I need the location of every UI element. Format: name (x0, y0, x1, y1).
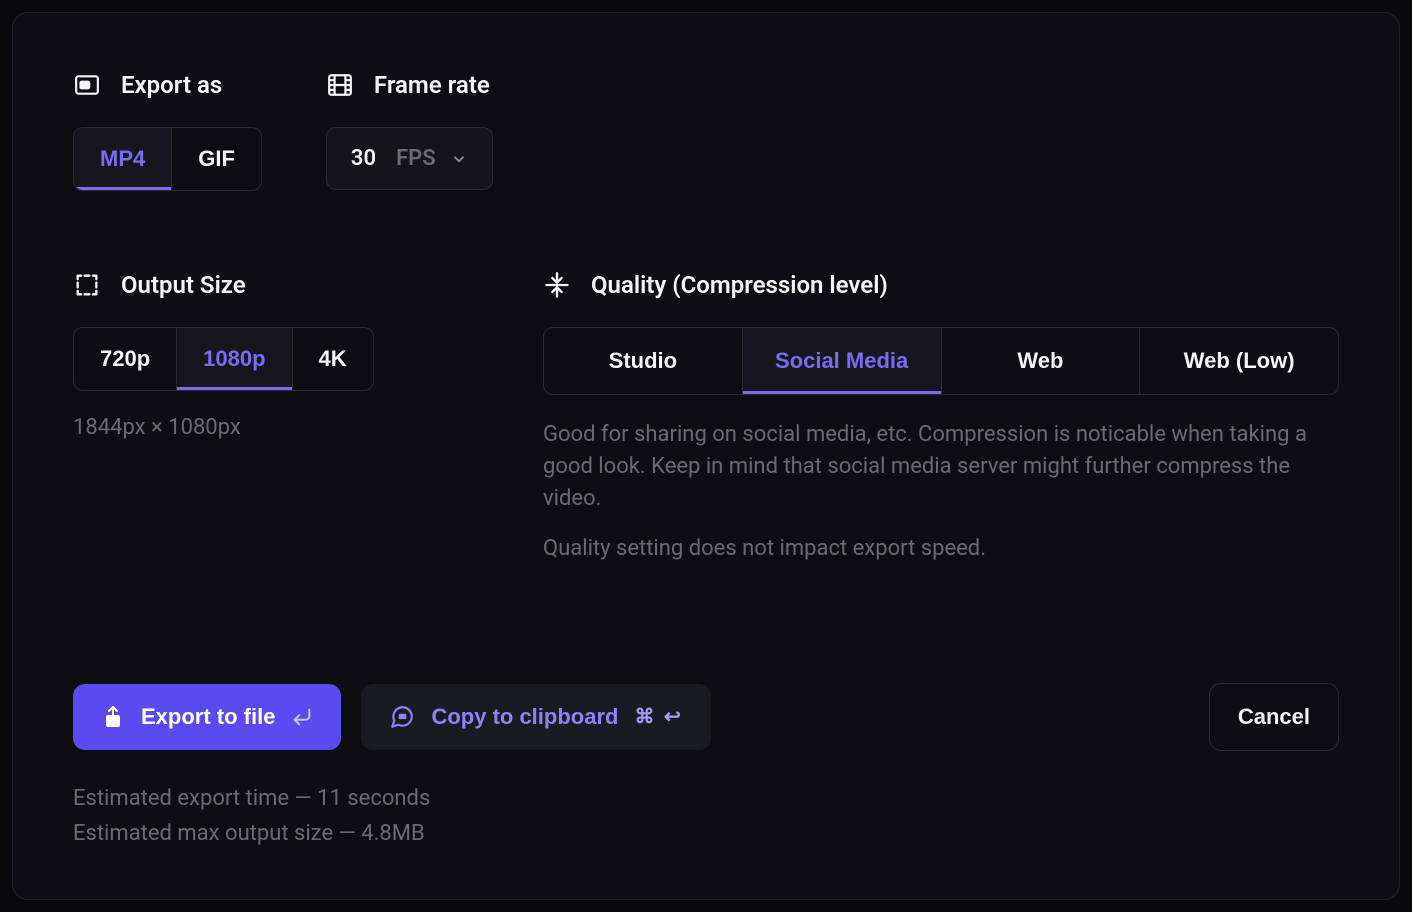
quality-note: Quality setting does not impact export s… (543, 533, 1339, 565)
copy-shortcut: ⌘ ↩ (634, 704, 682, 729)
quality-header: Quality (Compression level) (543, 271, 1339, 299)
tab-mp4[interactable]: MP4 (74, 128, 172, 190)
tab-1080p[interactable]: 1080p (177, 328, 292, 390)
cancel-label: Cancel (1238, 704, 1310, 730)
output-size-tabs: 720p 1080p 4K (73, 327, 374, 391)
export-as-label: Export as (121, 71, 222, 99)
quality-tabs: Studio Social Media Web Web (Low) (543, 327, 1339, 395)
enter-icon (291, 706, 313, 728)
export-as-tabs: MP4 GIF (73, 127, 262, 191)
chevron-down-icon (450, 150, 468, 168)
output-size-label: Output Size (121, 271, 246, 299)
copy-to-clipboard-label: Copy to clipboard (431, 704, 618, 730)
export-to-file-button[interactable]: Export to file (73, 684, 341, 750)
estimate-size: Estimated max output size — 4.8MB (73, 816, 1339, 851)
tab-studio[interactable]: Studio (544, 328, 743, 394)
bounding-box-icon (73, 271, 101, 299)
tab-720p[interactable]: 720p (74, 328, 177, 390)
upload-icon (101, 705, 125, 729)
frame-rate-header: Frame rate (326, 71, 493, 99)
estimate-time: Estimated export time — 11 seconds (73, 781, 1339, 816)
export-to-file-label: Export to file (141, 704, 275, 730)
frame-rate-label: Frame rate (374, 71, 490, 99)
export-as-header: Export as (73, 71, 262, 99)
cancel-button[interactable]: Cancel (1209, 683, 1339, 751)
quality-label: Quality (Compression level) (591, 271, 888, 299)
quality-desc-text: Good for sharing on social media, etc. C… (543, 419, 1339, 515)
fps-value: 30 (351, 146, 376, 171)
film-icon (326, 71, 354, 99)
compress-icon (543, 271, 571, 299)
tab-web-low[interactable]: Web (Low) (1140, 328, 1338, 394)
clipboard-icon (389, 704, 415, 730)
tab-web[interactable]: Web (942, 328, 1141, 394)
tab-gif[interactable]: GIF (172, 128, 261, 190)
quality-description: Good for sharing on social media, etc. C… (543, 419, 1339, 565)
tab-social-media[interactable]: Social Media (743, 328, 942, 394)
tab-4k[interactable]: 4K (293, 328, 373, 390)
output-size-header: Output Size (73, 271, 413, 299)
video-icon (73, 71, 101, 99)
frame-rate-dropdown[interactable]: 30 FPS (326, 127, 493, 190)
fps-unit: FPS (396, 146, 436, 171)
copy-to-clipboard-button[interactable]: Copy to clipboard ⌘ ↩ (361, 684, 710, 750)
output-dimensions: 1844px × 1080px (73, 415, 413, 440)
estimates: Estimated export time — 11 seconds Estim… (73, 781, 1339, 851)
